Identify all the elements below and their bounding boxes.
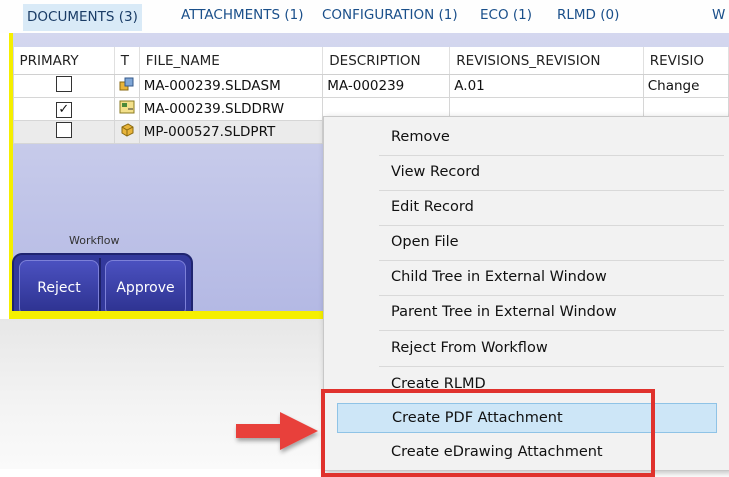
- reject-button[interactable]: Reject: [19, 260, 99, 316]
- column-header-revisio[interactable]: REVISIO: [643, 47, 729, 75]
- table-row[interactable]: MA-000239.SLDASM MA-000239 A.01 Change: [13, 74, 729, 98]
- workflow-divider: [99, 258, 101, 314]
- tab-eco[interactable]: ECO (1): [480, 7, 532, 31]
- type-cell: [113, 97, 140, 121]
- approve-button[interactable]: Approve: [105, 260, 186, 316]
- column-header-file-name[interactable]: FILE_NAME: [139, 47, 324, 75]
- menu-separator: [379, 225, 724, 226]
- revision-cell[interactable]: A.01: [449, 74, 644, 98]
- annotation-highlight-box: [321, 389, 655, 477]
- tab-attachments[interactable]: ATTACHMENTS (1): [181, 7, 303, 31]
- menu-separator: [379, 330, 724, 331]
- menu-item-reject-from-workflow[interactable]: Reject From Workflow: [337, 333, 717, 363]
- tab-strip: DOCUMENTS (3) ATTACHMENTS (1) CONFIGURAT…: [0, 0, 729, 33]
- menu-separator: [379, 190, 724, 191]
- drawing-icon: [119, 100, 135, 114]
- menu-separator: [379, 260, 724, 261]
- file-name-cell[interactable]: MP-000527.SLDPRT: [138, 120, 324, 144]
- part-icon: [121, 123, 134, 137]
- menu-separator: [379, 366, 724, 367]
- menu-item-open-file[interactable]: Open File: [337, 227, 717, 257]
- menu-item-view-record[interactable]: View Record: [337, 157, 717, 187]
- file-name-cell[interactable]: MA-000239.SLDDRW: [138, 97, 324, 121]
- menu-item-parent-tree[interactable]: Parent Tree in External Window: [337, 297, 717, 327]
- primary-checkbox[interactable]: ✓: [55, 101, 72, 118]
- type-cell: [113, 74, 140, 98]
- menu-item-remove[interactable]: Remove: [337, 122, 717, 152]
- file-name-cell[interactable]: MA-000239.SLDASM: [138, 74, 324, 98]
- primary-cell[interactable]: [13, 120, 115, 144]
- revisio-cell[interactable]: Change: [642, 74, 729, 98]
- tab-documents[interactable]: DOCUMENTS (3): [23, 4, 142, 31]
- type-cell: [113, 120, 140, 144]
- primary-checkbox[interactable]: [55, 122, 72, 138]
- tab-rlmd[interactable]: RLMD (0): [557, 7, 619, 31]
- annotation-arrow-icon: [236, 412, 318, 450]
- tab-configuration[interactable]: CONFIGURATION (1): [322, 7, 458, 31]
- menu-item-edit-record[interactable]: Edit Record: [337, 192, 717, 222]
- menu-item-child-tree[interactable]: Child Tree in External Window: [337, 262, 717, 292]
- column-header-type[interactable]: T: [114, 47, 140, 75]
- tab-w[interactable]: W: [712, 7, 725, 31]
- primary-cell[interactable]: ✓: [13, 97, 115, 121]
- assembly-icon: [119, 77, 134, 91]
- menu-separator: [379, 155, 724, 156]
- column-header-primary[interactable]: PRIMARY: [13, 47, 115, 75]
- column-header-description[interactable]: DESCRIPTION: [322, 47, 451, 75]
- column-header-revisions-revision[interactable]: REVISIONS_REVISION: [449, 47, 644, 75]
- description-cell[interactable]: MA-000239: [322, 74, 451, 98]
- workflow-group-label: Workflow: [69, 234, 120, 247]
- menu-separator: [379, 295, 724, 296]
- primary-checkbox[interactable]: [55, 76, 72, 92]
- primary-cell[interactable]: [13, 74, 115, 98]
